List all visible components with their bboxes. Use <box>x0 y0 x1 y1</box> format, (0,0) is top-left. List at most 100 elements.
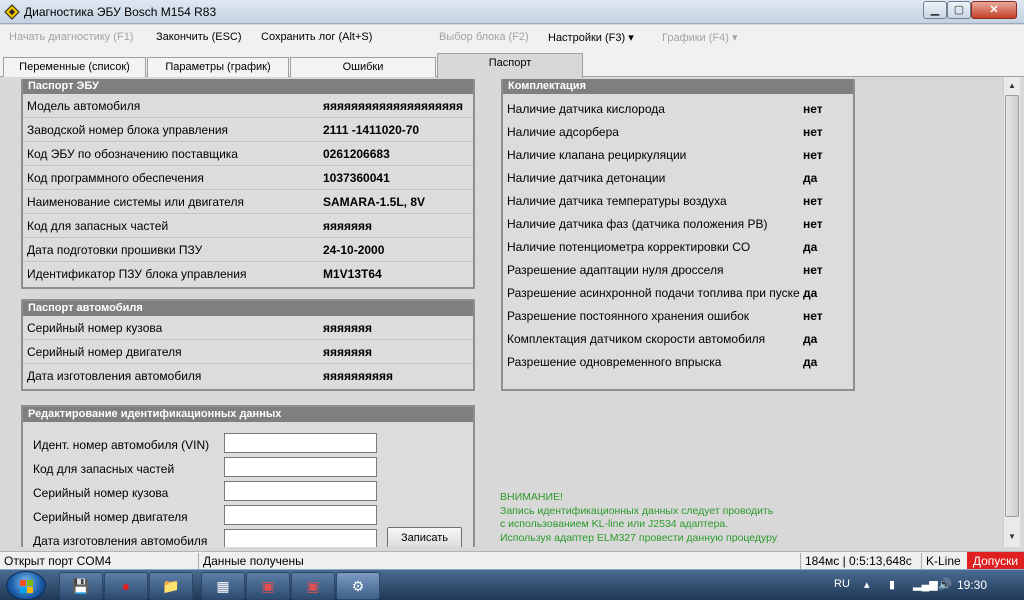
tab-variables[interactable]: Переменные (список) <box>3 57 146 77</box>
taskbar-app-icon[interactable]: ▦ <box>201 572 245 600</box>
vertical-scrollbar[interactable]: ▲ ▼ <box>1003 77 1020 547</box>
edit-id-panel: Редактирование идентификационных данных … <box>21 405 475 547</box>
equipment-value: да <box>803 286 818 300</box>
status-divider <box>198 553 199 569</box>
tray-clock[interactable]: 19:30 <box>957 578 987 592</box>
taskbar-save-icon[interactable]: 💾 <box>59 572 103 600</box>
warning-line: Используя адаптер ELM327 провести данную… <box>500 531 778 544</box>
warning-message: ВНИМАНИЕ! Запись идентификационных данны… <box>500 491 800 545</box>
equipment-value: да <box>803 332 818 346</box>
ecu-row: Заводской номер блока управления 2111 -14… <box>23 118 473 142</box>
body-serial-input[interactable] <box>224 481 377 501</box>
equipment-label: Наличие датчика кислорода <box>507 102 665 116</box>
ecu-passport-header: Паспорт ЭБУ <box>23 79 473 94</box>
equipment-value: да <box>803 240 818 254</box>
tray-battery-icon[interactable]: ▮ <box>889 578 895 591</box>
engine-serial-input[interactable] <box>224 505 377 525</box>
equipment-label: Наличие датчика детонации <box>507 171 666 185</box>
scroll-up-icon[interactable]: ▲ <box>1004 78 1020 94</box>
vin-label: Идент. номер автомобиля (VIN) <box>33 438 210 452</box>
car-row-label: Серийный номер кузова <box>27 321 163 335</box>
close-button[interactable]: ✕ <box>971 1 1017 19</box>
ecu-row-value: SAMARA-1.5L, 8V <box>323 195 426 209</box>
equipment-label: Наличие адсорбера <box>507 125 619 139</box>
ecu-row: Код для запасных частей яяяяяяя <box>23 214 473 238</box>
equipment-row: Разрешение одновременного впрыска да <box>503 351 853 374</box>
equipment-row: Разрешение постоянного хранения ошибок не… <box>503 305 853 328</box>
manufacture-date-input[interactable] <box>224 529 377 547</box>
car-row-label: Дата изготовления автомобиля <box>27 369 202 383</box>
ecu-row: Дата подготовки прошивки ПЗУ 24-10-2000 <box>23 238 473 262</box>
edit-row-vin: Идент. номер автомобиля (VIN) <box>23 432 473 456</box>
maximize-button[interactable]: ▢ <box>947 1 971 19</box>
menu-settings[interactable]: Настройки (F3) ▾ <box>548 31 634 44</box>
car-row-value: яяяяяяяяяя <box>323 369 394 383</box>
ecu-row-value: M1V13T64 <box>323 267 382 281</box>
write-button[interactable]: Записать <box>387 527 462 547</box>
tray-network-icon[interactable]: ▂▄▆ <box>913 578 938 591</box>
equipment-label: Разрешение одновременного впрыска <box>507 355 722 369</box>
car-row-value: яяяяяяя <box>323 321 373 335</box>
tray-language[interactable]: RU <box>834 578 850 590</box>
scroll-thumb[interactable] <box>1005 95 1019 517</box>
ecu-row: Код программного обеспечения 1037360041 <box>23 166 473 190</box>
menu-finish[interactable]: Закончить (ESC) <box>156 31 242 43</box>
equipment-label: Разрешение адаптации нуля дросселя <box>507 263 724 277</box>
taskbar-toolbox-icon[interactable]: ▣ <box>246 572 290 600</box>
menu-charts[interactable]: Графики (F4) ▾ <box>662 31 738 44</box>
car-passport-panel: Паспорт автомобиля Серийный номер кузова… <box>21 299 475 391</box>
ecu-row-label: Код для запасных частей <box>27 219 169 233</box>
equipment-header: Комплектация <box>503 79 853 94</box>
menu-save-log[interactable]: Сохранить лог (Alt+S) <box>261 31 372 43</box>
car-row: Серийный номер кузова яяяяяяя <box>23 316 473 340</box>
tray-volume-icon[interactable]: 🔊 <box>938 578 952 591</box>
taskbar-toolbox-icon[interactable]: ▣ <box>291 572 335 600</box>
status-bar: Открыт порт COM4 Данные получены 184мс |… <box>0 551 1024 570</box>
menu-start-diagnostics[interactable]: Начать диагностику (F1) <box>9 31 133 43</box>
car-passport-header: Паспорт автомобиля <box>23 301 473 316</box>
ecu-row-label: Идентификатор ПЗУ блока управления <box>27 267 247 281</box>
passport-content: Паспорт ЭБУ Модель автомобиля яяяяяяяяяяя… <box>0 77 1003 547</box>
status-divider <box>921 553 922 569</box>
title-bar: Диагностика ЭБУ Bosch M154 R83 ▁ ▢ ✕ <box>0 0 1024 24</box>
status-protocol: K-Line <box>926 554 961 568</box>
ecu-row: Модель автомобиля яяяяяяяяяяяяяяяяяяяя <box>23 94 473 118</box>
equipment-value: нет <box>803 194 823 208</box>
equipment-row: Наличие потенциометра корректировки CO да <box>503 236 853 259</box>
taskbar-diagnostics-icon[interactable]: ⚙ <box>336 572 380 600</box>
start-button[interactable] <box>6 571 46 600</box>
equipment-row: Наличие датчика кислорода нет <box>503 98 853 121</box>
edit-row-spare-code: Код для запасных частей <box>23 456 473 480</box>
equipment-value: да <box>803 355 818 369</box>
ecu-row-value: 0261206683 <box>323 147 390 161</box>
ecu-row: Наименование системы или двигателя SAMARA… <box>23 190 473 214</box>
car-row: Серийный номер двигателя яяяяяяя <box>23 340 473 364</box>
scroll-down-icon[interactable]: ▼ <box>1004 529 1020 545</box>
equipment-label: Комплектация датчиком скорости автомобил… <box>507 332 766 346</box>
ecu-row-value: яяяяяяяяяяяяяяяяяяяя <box>323 99 464 113</box>
taskbar-stop-icon[interactable]: ● <box>104 572 148 600</box>
tray-arrow-icon[interactable]: ▴ <box>864 578 870 591</box>
menu-bar: Начать диагностику (F1) Закончить (ESC) … <box>0 25 1024 51</box>
equipment-value: нет <box>803 217 823 231</box>
taskbar-folder-icon[interactable]: 📁 <box>149 572 193 600</box>
warning-line: Запись идентификационных данных следует … <box>500 504 774 517</box>
spare-code-input[interactable] <box>224 457 377 477</box>
equipment-panel: Комплектация Наличие датчика кислорода не… <box>501 79 855 391</box>
warning-title: ВНИМАНИЕ! <box>500 491 563 503</box>
car-row-value: яяяяяяя <box>323 345 373 359</box>
equipment-value: нет <box>803 102 823 116</box>
equipment-row: Разрешение асинхронной подачи топлива пр… <box>503 282 853 305</box>
ecu-row-label: Модель автомобиля <box>27 99 141 113</box>
tab-parameters[interactable]: Параметры (график) <box>147 57 289 77</box>
menu-select-block[interactable]: Выбор блока (F2) <box>439 31 529 43</box>
tab-errors[interactable]: Ошибки <box>290 57 436 77</box>
equipment-value: нет <box>803 125 823 139</box>
minimize-button[interactable]: ▁ <box>923 1 947 19</box>
tab-passport[interactable]: Паспорт <box>437 53 583 78</box>
equipment-label: Разрешение постоянного хранения ошибок <box>507 309 749 323</box>
vin-input[interactable] <box>224 433 377 453</box>
ecu-row-value: 24-10-2000 <box>323 243 385 257</box>
edit-id-header: Редактирование идентификационных данных <box>23 407 473 422</box>
car-row-label: Серийный номер двигателя <box>27 345 182 359</box>
